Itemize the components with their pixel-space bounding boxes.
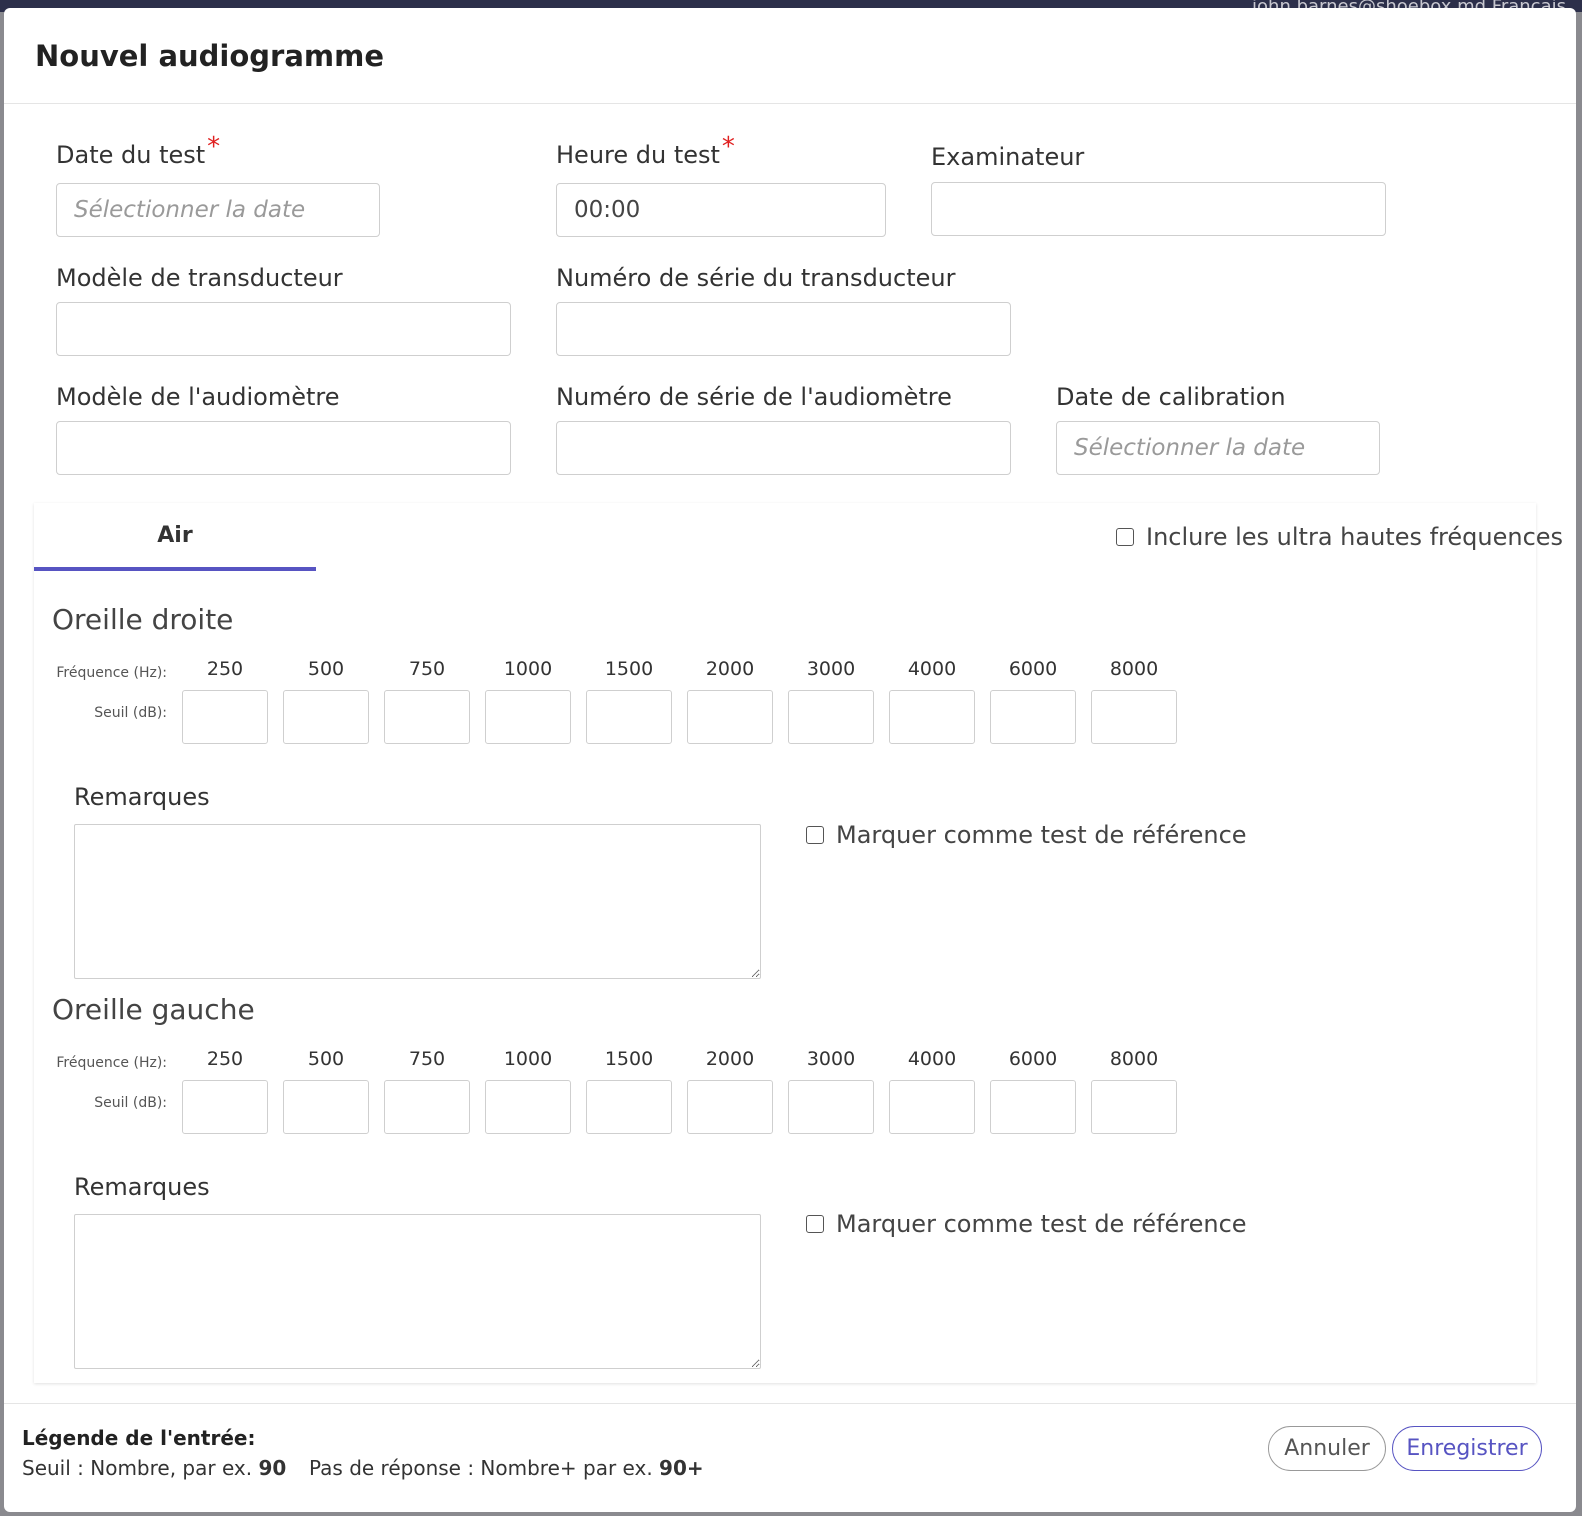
right-ear-frequency-label: 1500 xyxy=(604,658,654,680)
left-ear-threshold-input[interactable] xyxy=(788,1080,874,1134)
left-ear-frequency-label: 4000 xyxy=(907,1048,957,1070)
left-ear-frequency-label: 8000 xyxy=(1109,1048,1159,1070)
ultra-high-frequencies-toggle[interactable]: Inclure les ultra hautes fréquences xyxy=(1116,523,1563,551)
right-ear-threshold-input[interactable] xyxy=(990,690,1076,744)
examiner-label: Examinateur xyxy=(931,143,1085,171)
ultra-high-checkbox[interactable] xyxy=(1116,528,1134,546)
right-ear-frequency-label: 3000 xyxy=(806,658,856,680)
left-ear-frequency-label: 6000 xyxy=(1008,1048,1058,1070)
left-ear-reference-checkbox[interactable] xyxy=(806,1215,824,1233)
audiometer-model-input[interactable] xyxy=(56,421,511,475)
left-ear-threshold-input[interactable] xyxy=(586,1080,672,1134)
left-ear-threshold-input[interactable] xyxy=(990,1080,1076,1134)
right-ear-threshold-input[interactable] xyxy=(384,690,470,744)
left-ear-threshold-input[interactable] xyxy=(283,1080,369,1134)
test-time-input[interactable] xyxy=(556,183,886,237)
legend-threshold-text: Seuil : Nombre, par ex. xyxy=(22,1456,259,1480)
transducer-serial-label: Numéro de série du transducteur xyxy=(556,264,956,292)
right-ear-frequency-label: 250 xyxy=(206,658,244,680)
right-ear-remarks-label: Remarques xyxy=(74,783,210,811)
legend-no-response: Pas de réponse : Nombre+ par ex. 90+ xyxy=(309,1456,704,1480)
calibration-date-label: Date de calibration xyxy=(1056,383,1286,411)
test-date-label: Date du test* xyxy=(56,132,220,170)
right-ear-threshold-input[interactable] xyxy=(1091,690,1177,744)
right-ear-reference-checkbox[interactable] xyxy=(806,826,824,844)
right-ear-threshold-input[interactable] xyxy=(687,690,773,744)
right-ear-reference-toggle[interactable]: Marquer comme test de référence xyxy=(806,821,1247,849)
frequency-row-label: Fréquence (Hz): xyxy=(56,665,167,681)
tab-air[interactable]: Air xyxy=(34,503,316,571)
new-audiogram-modal: Nouvel audiogramme Date du test* Heure d… xyxy=(4,8,1576,1512)
right-ear-title: Oreille droite xyxy=(52,603,234,636)
audiogram-panel: Air Inclure les ultra hautes fréquences … xyxy=(34,503,1563,1383)
right-ear-frequency-label: 2000 xyxy=(705,658,755,680)
legend-threshold: Seuil : Nombre, par ex. 90 xyxy=(22,1456,286,1480)
required-mark: * xyxy=(721,132,735,162)
legend-no-response-text: Pas de réponse : Nombre+ par ex. xyxy=(309,1456,660,1480)
right-ear-frequency-label: 1000 xyxy=(503,658,553,680)
left-ear-remarks-label: Remarques xyxy=(74,1173,210,1201)
left-ear-threshold-input[interactable] xyxy=(485,1080,571,1134)
left-ear-frequency-label: 2000 xyxy=(705,1048,755,1070)
input-legend-title: Légende de l'entrée: xyxy=(22,1426,256,1450)
right-ear-threshold-input[interactable] xyxy=(889,690,975,744)
right-ear-threshold-input[interactable] xyxy=(586,690,672,744)
ultra-high-label: Inclure les ultra hautes fréquences xyxy=(1146,523,1564,551)
right-ear-threshold-input[interactable] xyxy=(182,690,268,744)
left-ear-title: Oreille gauche xyxy=(52,993,255,1026)
left-ear-frequency-label: 750 xyxy=(408,1048,446,1070)
cancel-button[interactable]: Annuler xyxy=(1268,1426,1386,1471)
test-time-label: Heure du test* xyxy=(556,132,735,170)
right-ear-threshold-input[interactable] xyxy=(788,690,874,744)
left-ear-threshold-input[interactable] xyxy=(182,1080,268,1134)
left-ear-reference-toggle[interactable]: Marquer comme test de référence xyxy=(806,1210,1247,1238)
legend-threshold-example: 90 xyxy=(258,1456,287,1480)
right-ear-threshold-input[interactable] xyxy=(283,690,369,744)
save-button[interactable]: Enregistrer xyxy=(1392,1426,1542,1471)
transducer-model-input[interactable] xyxy=(56,302,511,356)
legend-no-response-example: 90+ xyxy=(659,1456,704,1480)
right-ear-frequency-label: 8000 xyxy=(1109,658,1159,680)
test-date-input[interactable] xyxy=(56,183,380,237)
left-ear-threshold-input[interactable] xyxy=(1091,1080,1177,1134)
left-ear-threshold-input[interactable] xyxy=(384,1080,470,1134)
left-ear-frequency-label: 250 xyxy=(206,1048,244,1070)
left-ear-reference-label: Marquer comme test de référence xyxy=(836,1210,1247,1238)
right-ear-frequency-label: 500 xyxy=(307,658,345,680)
left-ear-frequency-label: 1500 xyxy=(604,1048,654,1070)
modal-footer: Légende de l'entrée: Seuil : Nombre, par… xyxy=(4,1403,1576,1512)
left-ear-threshold-input[interactable] xyxy=(687,1080,773,1134)
audiometer-serial-input[interactable] xyxy=(556,421,1011,475)
audiometer-model-label: Modèle de l'audiomètre xyxy=(56,383,340,411)
calibration-date-input[interactable] xyxy=(1056,421,1380,475)
right-ear-reference-label: Marquer comme test de référence xyxy=(836,821,1247,849)
examiner-input[interactable] xyxy=(931,182,1386,236)
left-ear-frequency-label: 3000 xyxy=(806,1048,856,1070)
left-ear-frequency-label: 1000 xyxy=(503,1048,553,1070)
left-ear-remarks-textarea[interactable] xyxy=(74,1214,761,1369)
threshold-row-label: Seuil (dB): xyxy=(94,705,167,721)
transducer-model-label: Modèle de transducteur xyxy=(56,264,343,292)
test-time-label-text: Heure du test xyxy=(556,141,720,169)
frequency-row-label: Fréquence (Hz): xyxy=(56,1055,167,1071)
right-ear-remarks-textarea[interactable] xyxy=(74,824,761,979)
right-ear-frequency-label: 6000 xyxy=(1008,658,1058,680)
required-mark: * xyxy=(207,132,221,162)
right-ear-frequency-label: 4000 xyxy=(907,658,957,680)
test-date-label-text: Date du test xyxy=(56,141,206,169)
modal-header: Nouvel audiogramme xyxy=(4,8,1576,104)
audiometer-serial-label: Numéro de série de l'audiomètre xyxy=(556,383,952,411)
transducer-serial-input[interactable] xyxy=(556,302,1011,356)
right-ear-threshold-input[interactable] xyxy=(485,690,571,744)
modal-title: Nouvel audiogramme xyxy=(35,38,385,73)
threshold-row-label: Seuil (dB): xyxy=(94,1095,167,1111)
right-ear-frequency-label: 750 xyxy=(408,658,446,680)
left-ear-threshold-input[interactable] xyxy=(889,1080,975,1134)
left-ear-frequency-label: 500 xyxy=(307,1048,345,1070)
